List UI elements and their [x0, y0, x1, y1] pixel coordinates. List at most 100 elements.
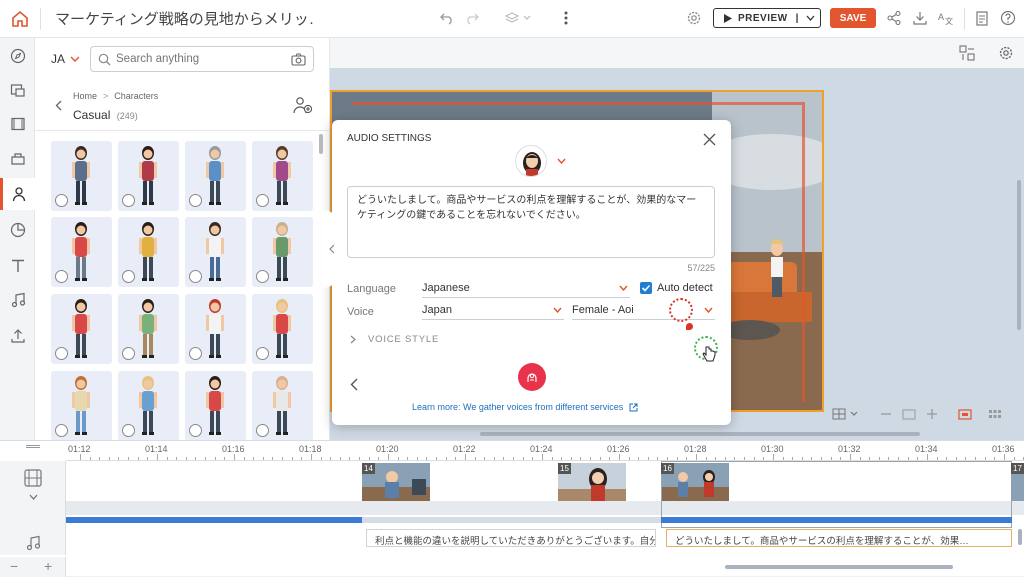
- caption-clip[interactable]: 利点と機能の違いを説明していただきありがとうございます。自分…: [366, 529, 656, 547]
- help-icon[interactable]: [998, 8, 1018, 28]
- character-tile[interactable]: [252, 141, 313, 211]
- translate-icon[interactable]: A文: [936, 8, 956, 28]
- layers-dropdown[interactable]: [502, 9, 536, 27]
- character-tile[interactable]: [118, 217, 179, 287]
- character-tile[interactable]: [118, 294, 179, 364]
- language-dropdown[interactable]: JA: [51, 52, 80, 66]
- zoom-preview-icon[interactable]: [189, 424, 202, 437]
- script-textarea[interactable]: どういたしまして。商品やサービスの利点を理解することが、効果的なマーケティングの…: [347, 186, 715, 258]
- film-icon[interactable]: [24, 469, 42, 487]
- camera-icon[interactable]: [291, 53, 306, 66]
- audio-bar-active[interactable]: [661, 517, 1012, 523]
- more-vertical-icon[interactable]: [558, 9, 574, 27]
- music-icon[interactable]: [25, 535, 41, 551]
- preview-button[interactable]: PREVIEW |: [713, 8, 821, 28]
- audio-bar[interactable]: [66, 517, 362, 523]
- character-tile[interactable]: [51, 294, 112, 364]
- compass-icon[interactable]: [0, 40, 35, 72]
- fit-screen-icon[interactable]: [900, 405, 918, 423]
- zoom-preview-icon[interactable]: [189, 194, 202, 207]
- zoom-preview-icon[interactable]: [189, 270, 202, 283]
- add-character-icon[interactable]: [291, 94, 315, 116]
- audio-bar-segment[interactable]: [362, 517, 661, 523]
- zoom-preview-icon[interactable]: [55, 424, 68, 437]
- text-icon[interactable]: [0, 250, 35, 282]
- zoom-out-icon[interactable]: [878, 405, 894, 423]
- character-tile[interactable]: [185, 371, 246, 441]
- timeline-vscrollbar[interactable]: [1018, 529, 1022, 545]
- scenes-icon[interactable]: [0, 74, 35, 106]
- timeline-drag-handle[interactable]: [26, 445, 40, 448]
- caption-clip-selected[interactable]: どういたしまして。商品やサービスの利点を理解することが、効果…: [666, 529, 1012, 547]
- panel-scrollbar[interactable]: [319, 134, 323, 154]
- auto-detect-checkbox[interactable]: [640, 282, 652, 294]
- learn-more-link[interactable]: Learn more: We gather voices from differ…: [412, 402, 638, 412]
- share-icon[interactable]: [884, 8, 904, 28]
- zoom-preview-icon[interactable]: [256, 424, 269, 437]
- settings-gear-icon[interactable]: [684, 8, 704, 28]
- zoom-preview-icon[interactable]: [122, 347, 135, 360]
- language-select[interactable]: Japanese: [422, 278, 630, 298]
- character-tile[interactable]: [252, 217, 313, 287]
- undo-icon[interactable]: [438, 9, 456, 27]
- record-voice-button[interactable]: [518, 363, 546, 391]
- scene-thumb[interactable]: 14: [362, 463, 430, 501]
- zoom-preview-icon[interactable]: [256, 270, 269, 283]
- chevron-down-icon[interactable]: [29, 494, 38, 500]
- close-icon[interactable]: [700, 130, 718, 148]
- zoom-preview-icon[interactable]: [256, 347, 269, 360]
- zoom-preview-icon[interactable]: [55, 347, 68, 360]
- charts-icon[interactable]: [0, 214, 35, 246]
- back-icon[interactable]: [52, 98, 64, 112]
- save-button[interactable]: SAVE: [830, 8, 876, 28]
- stage-scrollbar-vertical[interactable]: [1017, 180, 1021, 330]
- zoom-preview-icon[interactable]: [256, 194, 269, 207]
- character-tile[interactable]: [51, 217, 112, 287]
- character-tile[interactable]: [118, 141, 179, 211]
- grid-view-icon[interactable]: [986, 405, 1004, 423]
- frame-view-icon[interactable]: [956, 405, 974, 423]
- home-icon[interactable]: [8, 7, 32, 31]
- zoom-preview-icon[interactable]: [189, 347, 202, 360]
- character-tile[interactable]: [118, 371, 179, 441]
- backgrounds-icon[interactable]: [0, 108, 35, 140]
- project-title[interactable]: マーケティング戦略の見地からメリッ…: [55, 8, 315, 29]
- stage-scrollbar-horizontal[interactable]: [480, 432, 920, 436]
- notes-icon[interactable]: [972, 8, 992, 28]
- upload-icon[interactable]: [0, 320, 35, 352]
- character-avatar[interactable]: [515, 145, 547, 177]
- props-icon[interactable]: [0, 142, 35, 174]
- zoom-preview-icon[interactable]: [122, 424, 135, 437]
- timeline-scrollbar[interactable]: [725, 565, 953, 569]
- layout-icon[interactable]: [957, 43, 977, 63]
- zoom-out-icon[interactable]: −: [10, 558, 18, 574]
- voice-name-select[interactable]: Female - Aoi: [572, 300, 715, 320]
- music-icon[interactable]: [0, 284, 35, 316]
- breadcrumb-home[interactable]: Home: [73, 91, 97, 101]
- zoom-preview-icon[interactable]: [55, 194, 68, 207]
- zoom-in-icon[interactable]: [924, 405, 940, 423]
- zoom-preview-icon[interactable]: [122, 270, 135, 283]
- voice-region-select[interactable]: Japan: [422, 300, 564, 320]
- time-ruler[interactable]: 01:12 01:14 01:16 01:18 01:20 01:22 01:24 01:26…: [66, 441, 1024, 461]
- character-tile[interactable]: [51, 141, 112, 211]
- stage-settings-icon[interactable]: [996, 43, 1016, 63]
- redo-icon[interactable]: [463, 9, 481, 27]
- search-box[interactable]: [90, 46, 314, 72]
- grid-dropdown[interactable]: [830, 405, 864, 423]
- collapse-panel-handle[interactable]: [322, 210, 342, 288]
- character-tile[interactable]: [185, 141, 246, 211]
- search-input[interactable]: [116, 50, 281, 68]
- download-icon[interactable]: [910, 8, 930, 28]
- zoom-preview-icon[interactable]: [55, 270, 68, 283]
- characters-icon[interactable]: [0, 178, 35, 210]
- scene-thumb[interactable]: 17: [1011, 463, 1024, 501]
- character-tile[interactable]: [51, 371, 112, 441]
- avatar-chevron-down-icon[interactable]: [557, 158, 566, 164]
- zoom-in-icon[interactable]: +: [44, 558, 52, 574]
- voice-style-toggle[interactable]: VOICE STYLE: [350, 334, 439, 345]
- character-tile[interactable]: [252, 371, 313, 441]
- character-tile[interactable]: [185, 217, 246, 287]
- back-arrow-icon[interactable]: [346, 375, 362, 393]
- auto-detect-label[interactable]: Auto detect: [657, 282, 713, 294]
